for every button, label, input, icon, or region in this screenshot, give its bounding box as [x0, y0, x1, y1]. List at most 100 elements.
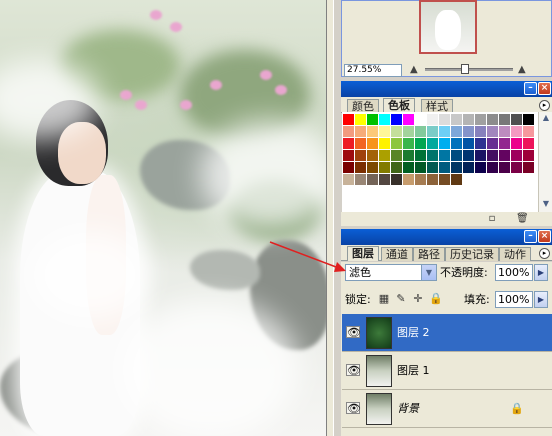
color-swatch[interactable]	[499, 114, 510, 125]
color-swatch[interactable]	[511, 150, 522, 161]
color-swatch[interactable]	[379, 138, 390, 149]
fill-slider-button[interactable]: ▶	[534, 291, 548, 308]
color-swatch[interactable]	[391, 174, 402, 185]
document-canvas[interactable]	[0, 0, 334, 436]
layer-row[interactable]: 👁 图层 2	[342, 314, 552, 352]
color-swatch[interactable]	[367, 138, 378, 149]
color-swatch[interactable]	[475, 150, 486, 161]
close-icon[interactable]: ×	[538, 230, 551, 243]
chevron-down-icon[interactable]: ▼	[421, 265, 436, 280]
color-swatch[interactable]	[487, 138, 498, 149]
color-swatch[interactable]	[451, 162, 462, 173]
color-swatch[interactable]	[343, 138, 354, 149]
color-swatch[interactable]	[487, 126, 498, 137]
tab-layers[interactable]: 图层	[347, 246, 379, 261]
trash-icon[interactable]: 🗑	[516, 213, 529, 225]
color-swatch[interactable]	[415, 114, 426, 125]
zoom-slider-thumb[interactable]	[460, 64, 469, 74]
color-swatch[interactable]	[487, 150, 498, 161]
color-swatch[interactable]	[511, 162, 522, 173]
color-swatch[interactable]	[355, 126, 366, 137]
color-swatch[interactable]	[343, 150, 354, 161]
color-swatch[interactable]	[391, 162, 402, 173]
color-swatch[interactable]	[367, 162, 378, 173]
color-swatch[interactable]	[367, 114, 378, 125]
color-swatch[interactable]	[403, 150, 414, 161]
tab-color[interactable]: 颜色	[347, 99, 379, 113]
color-swatch[interactable]	[439, 162, 450, 173]
new-swatch-icon[interactable]: ▫	[486, 213, 498, 225]
color-swatch[interactable]	[355, 162, 366, 173]
color-swatch[interactable]	[391, 114, 402, 125]
color-swatch[interactable]	[463, 138, 474, 149]
zoom-in-icon[interactable]: ▲	[518, 64, 526, 75]
color-swatch[interactable]	[451, 138, 462, 149]
lock-position-icon[interactable]: ✛	[412, 293, 424, 305]
color-swatch[interactable]	[523, 162, 534, 173]
panel-menu-icon[interactable]: ▸	[539, 248, 550, 259]
color-swatch[interactable]	[499, 126, 510, 137]
color-swatch[interactable]	[391, 150, 402, 161]
color-swatch[interactable]	[415, 174, 426, 185]
color-swatch[interactable]	[451, 174, 462, 185]
tab-styles[interactable]: 样式	[421, 99, 453, 113]
color-swatch[interactable]	[427, 162, 438, 173]
tab-actions[interactable]: 动作	[499, 247, 531, 261]
color-swatch[interactable]	[355, 150, 366, 161]
color-swatch[interactable]	[511, 126, 522, 137]
color-swatch[interactable]	[475, 162, 486, 173]
color-swatch[interactable]	[415, 138, 426, 149]
color-swatch[interactable]	[427, 126, 438, 137]
color-swatch[interactable]	[451, 150, 462, 161]
swatches-scrollbar[interactable]: ▲ ▼	[538, 112, 552, 212]
color-swatch[interactable]	[523, 114, 534, 125]
layer-row[interactable]: 👁 背景 🔒	[342, 390, 552, 428]
color-swatch[interactable]	[379, 150, 390, 161]
lock-image-icon[interactable]: ✎	[395, 293, 407, 305]
color-swatch[interactable]	[403, 126, 414, 137]
eye-icon[interactable]: 👁	[346, 402, 361, 415]
eye-icon[interactable]: 👁	[346, 326, 361, 339]
zoom-input[interactable]: 27.55%	[344, 64, 402, 77]
color-swatch[interactable]	[499, 138, 510, 149]
color-swatch[interactable]	[463, 150, 474, 161]
panel-menu-icon[interactable]: ▸	[539, 100, 550, 111]
color-swatch[interactable]	[367, 174, 378, 185]
color-swatch[interactable]	[523, 138, 534, 149]
color-swatch[interactable]	[403, 162, 414, 173]
color-swatch[interactable]	[427, 138, 438, 149]
tab-channels[interactable]: 通道	[381, 247, 413, 261]
lock-all-icon[interactable]: 🔒	[429, 293, 443, 305]
color-swatch[interactable]	[343, 126, 354, 137]
color-swatch[interactable]	[511, 114, 522, 125]
swatches-titlebar[interactable]: – ×	[341, 81, 552, 97]
fill-input[interactable]: 100%	[495, 291, 533, 308]
color-swatch[interactable]	[523, 150, 534, 161]
color-swatch[interactable]	[499, 162, 510, 173]
opacity-input[interactable]: 100%	[495, 264, 533, 281]
color-swatch[interactable]	[427, 114, 438, 125]
scroll-up-icon[interactable]: ▲	[540, 112, 552, 124]
blend-mode-select[interactable]: 滤色 ▼	[345, 264, 437, 281]
color-swatch[interactable]	[511, 138, 522, 149]
color-swatch[interactable]	[439, 126, 450, 137]
color-swatch[interactable]	[403, 138, 414, 149]
color-swatch[interactable]	[403, 114, 414, 125]
color-swatch[interactable]	[355, 114, 366, 125]
color-swatch[interactable]	[463, 162, 474, 173]
color-swatch[interactable]	[367, 150, 378, 161]
color-swatch[interactable]	[391, 126, 402, 137]
zoom-out-icon[interactable]: ▲	[410, 64, 418, 75]
tab-swatches[interactable]: 色板	[383, 98, 415, 113]
color-swatch[interactable]	[367, 126, 378, 137]
opacity-slider-button[interactable]: ▶	[534, 264, 548, 281]
navigator-preview[interactable]	[419, 0, 477, 54]
close-icon[interactable]: ×	[538, 82, 551, 95]
lock-transparency-icon[interactable]: ▦	[378, 293, 390, 305]
color-swatch[interactable]	[499, 150, 510, 161]
color-swatch[interactable]	[343, 162, 354, 173]
color-swatch[interactable]	[391, 138, 402, 149]
color-swatch[interactable]	[475, 126, 486, 137]
color-swatch[interactable]	[343, 174, 354, 185]
color-swatch[interactable]	[415, 150, 426, 161]
